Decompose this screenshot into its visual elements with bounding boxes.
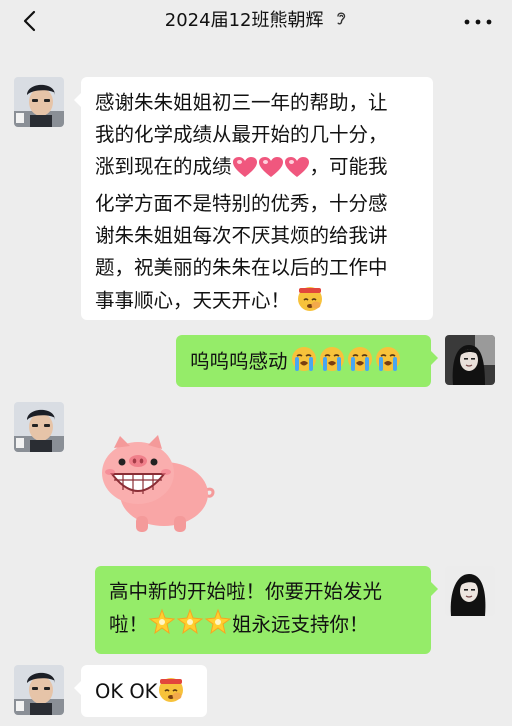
message-text-line-with-emoji: OK OK (95, 675, 193, 713)
chat-title-wrap: 2024届12班熊朝辉 (0, 8, 512, 34)
message-bubble-incoming[interactable]: 感谢朱朱姐姐初三一年的帮助，让 我的化学成绩从最开始的几十分， 涨到现在的成绩 ，… (74, 77, 433, 322)
salute-emoji-icon (296, 284, 324, 322)
loudly-crying-emoji-icon (374, 345, 402, 383)
message-text-line: 高中新的开始啦！你要开始发光 (109, 580, 383, 603)
pink-pig-sticker[interactable] (96, 428, 220, 538)
contact-avatar[interactable] (14, 402, 64, 452)
message-text-line: 化学方面不是特别的优秀，十分感 (95, 192, 388, 215)
message-text-fragment: 涨到现在的成绩 (95, 155, 232, 178)
message-text: OK OK (95, 680, 158, 703)
glowing-star-emoji-icon (148, 608, 176, 646)
chat-title: 2024届12班熊朝辉 (164, 10, 324, 31)
message-text-line-with-emoji: 呜呜呜感动 (190, 345, 417, 383)
message-text-fragment: 事事顺心，天天开心！ (95, 289, 291, 312)
heart-emoji-icon (232, 156, 258, 188)
more-dots-icon (464, 19, 492, 25)
loudly-crying-emoji-icon (290, 345, 318, 383)
message-text-line-with-hearts: 涨到现在的成绩 ，可能我 (95, 151, 419, 188)
message-text-line-with-emoji: 啦！ 姐永远支持你！ (109, 608, 417, 646)
salute-emoji-icon (157, 675, 185, 713)
my-avatar[interactable] (445, 335, 495, 385)
message-text-fragment: ，可能我 (309, 155, 388, 178)
chat-header: 2024届12班熊朝辉 (0, 0, 512, 44)
my-avatar[interactable] (445, 566, 495, 616)
glowing-star-emoji-icon (204, 608, 232, 646)
message-bubble-outgoing[interactable]: 高中新的开始啦！你要开始发光 啦！ 姐永远支持你！ (95, 566, 438, 654)
message-text-fragment: 啦！ (109, 613, 149, 636)
message-text-line: 感谢朱朱姐姐初三一年的帮助，让 (95, 91, 388, 114)
glowing-star-emoji-icon (176, 608, 204, 646)
message-text-fragment: 姐永远支持你！ (232, 613, 369, 636)
heart-emoji-icon (258, 156, 284, 188)
ear-icon (335, 8, 347, 34)
message-text-line: 谢朱朱姐姐每次不厌其烦的给我讲 (95, 224, 388, 247)
heart-emoji-icon (284, 156, 310, 188)
contact-avatar[interactable] (14, 77, 64, 127)
contact-avatar[interactable] (14, 665, 64, 715)
message-bubble-incoming[interactable]: OK OK (74, 665, 207, 717)
message-text-line: 我的化学成绩从最开始的几十分， (95, 123, 388, 146)
loudly-crying-emoji-icon (318, 345, 346, 383)
message-text-line: 题，祝美丽的朱朱在以后的工作中 (95, 256, 388, 279)
message-text: 呜呜呜感动 (190, 350, 288, 373)
message-bubble-outgoing[interactable]: 呜呜呜感动 (176, 335, 438, 387)
more-button[interactable] (458, 10, 498, 34)
loudly-crying-emoji-icon (346, 345, 374, 383)
message-text-line-with-emoji: 事事顺心，天天开心！ (95, 284, 419, 322)
